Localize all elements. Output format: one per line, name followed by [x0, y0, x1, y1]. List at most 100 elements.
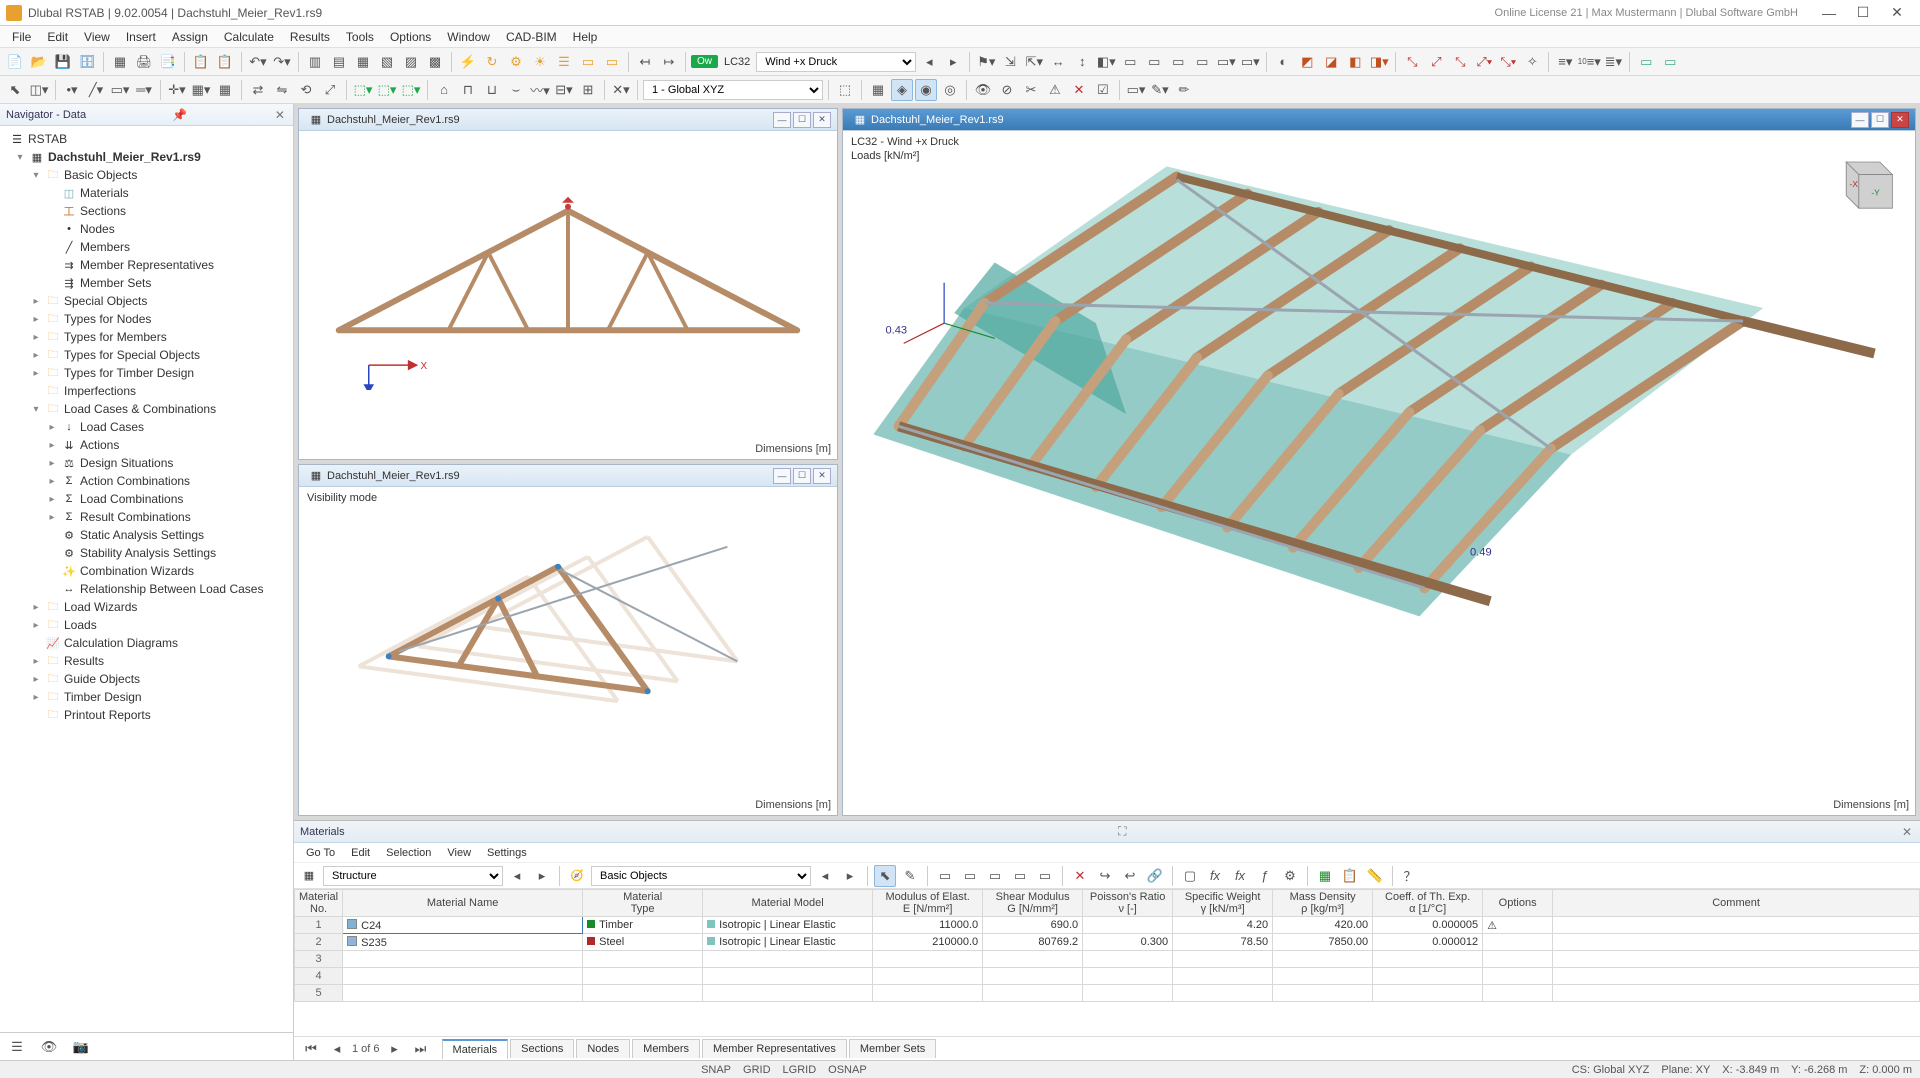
tag-icon[interactable]: ◧▾: [1095, 51, 1117, 73]
menu-options[interactable]: Options: [382, 28, 439, 46]
grp2-icon[interactable]: ▭: [1143, 51, 1165, 73]
window-close[interactable]: ✕: [1880, 2, 1914, 24]
pager-last-icon[interactable]: ⏭: [410, 1038, 432, 1060]
prev-icon[interactable]: ◂: [506, 865, 528, 887]
flag-icon[interactable]: ⚑▾: [975, 51, 997, 73]
paste-icon[interactable]: 📋: [214, 51, 236, 73]
num-icon[interactable]: 10≡▾: [1578, 51, 1600, 73]
status-snap[interactable]: SNAP: [701, 1064, 731, 1076]
col-nu[interactable]: Poisson's Ratioν [-]: [1083, 890, 1173, 917]
view-2d-front[interactable]: ▦Dachstuhl_Meier_Rev1.rs9 —☐✕: [298, 108, 838, 460]
model-icon[interactable]: ▦: [109, 51, 131, 73]
hinge2-icon[interactable]: ⊔: [481, 79, 503, 101]
warn-icon[interactable]: ⚠: [1044, 79, 1066, 101]
tree-sections[interactable]: 工Sections: [2, 202, 291, 220]
col-opt[interactable]: Options: [1483, 890, 1553, 917]
prev2-icon[interactable]: ◂: [814, 865, 836, 887]
edit-row-icon[interactable]: ✎: [899, 865, 921, 887]
ax3-icon[interactable]: ⤡: [1449, 51, 1471, 73]
move-icon[interactable]: ⇄: [247, 79, 269, 101]
tab-members[interactable]: Members: [632, 1039, 700, 1058]
mat-menu-selection[interactable]: Selection: [378, 845, 439, 861]
print-icon[interactable]: 🖨: [133, 51, 155, 73]
pen-icon[interactable]: ✎▾: [1149, 79, 1171, 101]
help-icon[interactable]: ？: [1399, 865, 1421, 887]
cell-icon[interactable]: ▢: [1179, 865, 1201, 887]
wnd4-icon[interactable]: ▧: [376, 51, 398, 73]
ax5-icon[interactable]: ⤡▾: [1497, 51, 1519, 73]
pager-prev-icon[interactable]: ◂: [326, 1038, 348, 1060]
lc-prev-icon[interactable]: ◂: [918, 51, 940, 73]
tree-load-cases[interactable]: ▸↓Load Cases: [2, 418, 291, 436]
nav-tab-display-icon[interactable]: 👁: [38, 1036, 60, 1058]
excel-icon[interactable]: ▦: [1314, 865, 1336, 887]
tree-result-comb[interactable]: ▸ΣResult Combinations: [2, 508, 291, 526]
spring-icon[interactable]: 〰▾: [529, 79, 551, 101]
mirror-icon[interactable]: ⇋: [271, 79, 293, 101]
tree-stability-settings[interactable]: ⚙Stability Analysis Settings: [2, 544, 291, 562]
grid-icon[interactable]: ▦▾: [190, 79, 212, 101]
menu-results[interactable]: Results: [282, 28, 338, 46]
exp-icon[interactable]: ↪: [1094, 865, 1116, 887]
line-icon[interactable]: ╱▾: [85, 79, 107, 101]
menu-file[interactable]: File: [4, 28, 39, 46]
ax1-icon[interactable]: ⤡: [1401, 51, 1423, 73]
tree-loads[interactable]: ▸🗀Loads: [2, 616, 291, 634]
row4-icon[interactable]: ▭: [1009, 865, 1031, 887]
grp1-icon[interactable]: ▭: [1119, 51, 1141, 73]
card-icon[interactable]: ▭: [577, 51, 599, 73]
view-close-icon[interactable]: ✕: [1891, 112, 1909, 128]
coord-system-select[interactable]: 1 - Global XYZ: [643, 80, 823, 100]
nav-tab-views-icon[interactable]: 📷: [70, 1036, 92, 1058]
menu-help[interactable]: Help: [565, 28, 606, 46]
new-icon[interactable]: 📄: [4, 51, 26, 73]
loadcase-select[interactable]: Wind +x Druck: [756, 52, 916, 72]
col-model[interactable]: Material Model: [703, 890, 873, 917]
tree-load-wizards[interactable]: ▸🗀Load Wizards: [2, 598, 291, 616]
view-max-icon[interactable]: ☐: [793, 468, 811, 484]
grp5-icon[interactable]: ▭▾: [1215, 51, 1237, 73]
tab-nodes[interactable]: Nodes: [576, 1039, 630, 1058]
copy-icon[interactable]: 📋: [190, 51, 212, 73]
tree-lcc[interactable]: ▾🗀Load Cases & Combinations: [2, 400, 291, 418]
mat-menu-edit[interactable]: Edit: [343, 845, 378, 861]
col-alpha[interactable]: Coeff. of Th. Exp.α [1/°C]: [1373, 890, 1483, 917]
cube2-icon[interactable]: ◪: [1320, 51, 1342, 73]
table-row[interactable]: 2S235SteelIsotropic | Linear Elastic2100…: [295, 934, 1920, 951]
tree-project[interactable]: ▾▦Dachstuhl_Meier_Rev1.rs9: [2, 148, 291, 166]
cursor2-icon[interactable]: ⬉: [874, 865, 896, 887]
view2-icon[interactable]: ▭: [1659, 51, 1681, 73]
axes-icon[interactable]: ✧: [1521, 51, 1543, 73]
layer-icon[interactable]: ▭▾: [1125, 79, 1147, 101]
table-row[interactable]: 3: [295, 951, 1920, 968]
copy2-icon[interactable]: 📋: [1339, 865, 1361, 887]
col-name[interactable]: Material Name: [343, 890, 583, 917]
tree-design-sit[interactable]: ▸⚖Design Situations: [2, 454, 291, 472]
status-osnap[interactable]: OSNAP: [828, 1064, 867, 1076]
tree-imperfections[interactable]: 🗀Imperfections: [2, 382, 291, 400]
col-rho[interactable]: Mass Densityρ [kg/m³]: [1273, 890, 1373, 917]
left-icon[interactable]: ↤: [634, 51, 656, 73]
open-icon[interactable]: 📂: [28, 51, 50, 73]
edit-icon[interactable]: ✏: [1173, 79, 1195, 101]
row2-icon[interactable]: ▭: [959, 865, 981, 887]
cfg-icon[interactable]: ⚙: [1279, 865, 1301, 887]
next2-icon[interactable]: ▸: [839, 865, 861, 887]
rect-icon[interactable]: ▭▾: [109, 79, 131, 101]
hinge1-icon[interactable]: ⊓: [457, 79, 479, 101]
layers-icon[interactable]: ≡▾: [1554, 51, 1576, 73]
mat-menu-settings[interactable]: Settings: [479, 845, 535, 861]
window-maximize[interactable]: ☐: [1846, 2, 1880, 24]
col-type[interactable]: MaterialType: [583, 890, 703, 917]
link-icon[interactable]: 🔗: [1144, 865, 1166, 887]
view-visibility[interactable]: ▦Dachstuhl_Meier_Rev1.rs9 —☐✕ Visibility…: [298, 464, 838, 816]
tree-members[interactable]: ╱Members: [2, 238, 291, 256]
snap3-icon[interactable]: ◉: [915, 79, 937, 101]
window-minimize[interactable]: —: [1812, 2, 1846, 24]
tree-materials[interactable]: ◫Materials: [2, 184, 291, 202]
bolt-icon[interactable]: ⚡: [457, 51, 479, 73]
row5-icon[interactable]: ▭: [1034, 865, 1056, 887]
delete-icon[interactable]: ✕: [1069, 865, 1091, 887]
tree-root[interactable]: ☰RSTAB: [2, 130, 291, 148]
row1-icon[interactable]: ▭: [934, 865, 956, 887]
